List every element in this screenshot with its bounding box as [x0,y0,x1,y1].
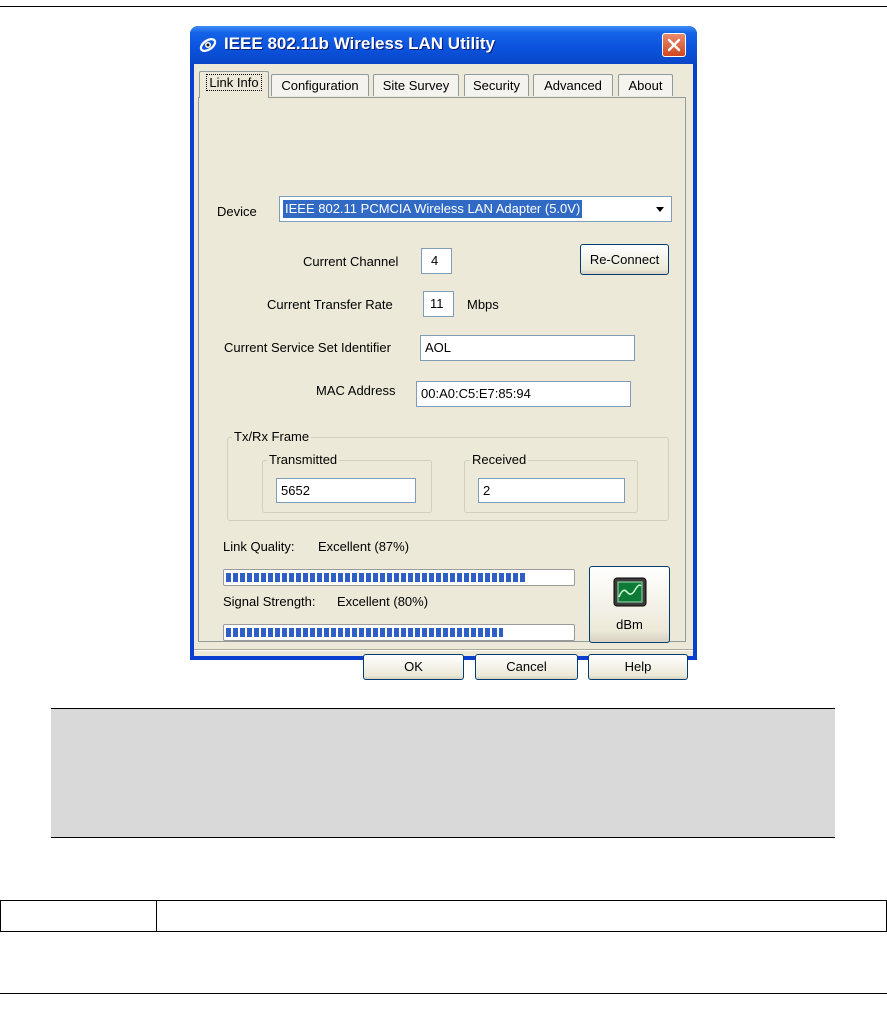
channel-field: 4 [421,248,452,274]
link-quality-progress [223,569,575,586]
link-quality-value: Excellent (87%) [318,539,410,554]
bottom-rule [0,993,887,994]
title-bar[interactable]: IEEE 802.11b Wireless LAN Utility [190,26,697,64]
device-selected-value: IEEE 802.11 PCMCIA Wireless LAN Adapter … [283,200,583,218]
transfer-rate-unit: Mbps [467,297,499,312]
tab-security[interactable]: Security [464,74,529,96]
tab-advanced[interactable]: Advanced [533,74,613,96]
signal-strength-fill [226,628,503,637]
close-icon [667,38,681,52]
link-quality-fill [226,573,527,582]
dbm-label: dBm [616,617,643,632]
wlan-utility-window: IEEE 802.11b Wireless LAN Utility Link I… [190,26,697,680]
table-cell-divider [156,901,157,931]
received-field: 2 [478,478,625,503]
top-rule [0,6,887,7]
close-button[interactable] [662,33,686,57]
signal-strength-progress [223,624,575,641]
transfer-rate-label: Current Transfer Rate [267,297,393,312]
tab-link-info[interactable]: Link Info [199,71,269,98]
help-button[interactable]: Help [588,654,688,680]
chevron-down-icon[interactable] [650,198,670,220]
signal-strength-value: Excellent (80%) [337,594,429,609]
tab-label: Link Info [206,74,262,91]
transmitted-field: 5652 [276,478,416,503]
channel-label: Current Channel [303,254,399,269]
link-info-panel: Device IEEE 802.11 PCMCIA Wireless LAN A… [198,97,686,643]
tab-configuration[interactable]: Configuration [271,74,369,96]
tx-rx-frame-group: Tx/Rx Frame Transmitted 5652 Received 2 [227,429,669,521]
ssid-field: AOL [420,335,635,361]
signal-strength-label: Signal Strength: [223,594,316,609]
signal-monitor-icon [613,577,647,607]
transmitted-group: Transmitted 5652 [262,452,432,513]
button-bar-separator [194,649,693,651]
mac-field: 00:A0:C5:E7:85:94 [416,381,631,407]
window-title: IEEE 802.11b Wireless LAN Utility [224,34,496,53]
mac-label: MAC Address [316,383,396,398]
transfer-rate-field: 11 [423,291,454,317]
link-quality-label: Link Quality: [223,539,295,554]
reconnect-button[interactable]: Re-Connect [580,244,669,275]
tab-about[interactable]: About [618,74,673,96]
cancel-button[interactable]: Cancel [475,654,578,680]
note-shaded-box [51,708,835,838]
ok-button[interactable]: OK [363,654,464,680]
tx-rx-frame-legend: Tx/Rx Frame [232,429,312,444]
wireless-app-icon [199,38,217,52]
transmitted-legend: Transmitted [267,452,340,467]
ssid-label: Current Service Set Identifier [224,340,391,355]
dbm-button[interactable]: dBm [589,566,670,643]
received-group: Received 2 [464,452,638,513]
device-label: Device [217,204,257,219]
device-dropdown[interactable]: IEEE 802.11 PCMCIA Wireless LAN Adapter … [279,196,672,222]
table-row [0,900,887,932]
dialog-client-area: Link Info Configuration Site Survey Secu… [194,64,693,680]
received-legend: Received [470,452,529,467]
tab-site-survey[interactable]: Site Survey [373,74,459,96]
